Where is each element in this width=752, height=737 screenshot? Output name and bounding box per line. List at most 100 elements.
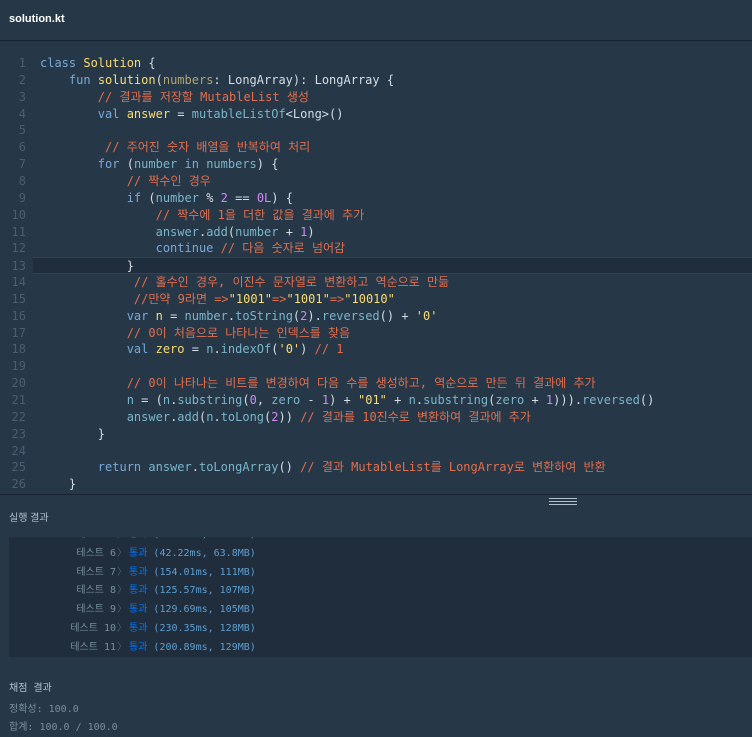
code-text: // 홀수인 경우, 이진수 문자열로 변환하고 역순으로 만듦 xyxy=(133,275,450,290)
code-text: // 0이 처음으로 나타나는 인덱스를 찾음 xyxy=(126,325,351,340)
test-result-row: 테스트 7 〉 통과 (154.01ms, 111MB) xyxy=(9,563,752,582)
code-line[interactable]: 14 // 홀수인 경우, 이진수 문자열로 변환하고 역순으로 만듦 xyxy=(0,274,752,291)
code-text: for (number in numbers) { xyxy=(97,157,279,172)
code-line[interactable]: 7 for (number in numbers) { xyxy=(0,156,752,173)
line-number: 25 xyxy=(11,460,26,475)
score-total: 합계: 100.0 / 100.0 xyxy=(9,722,118,733)
code-text: var n = number.toString(2).reversed() + … xyxy=(126,308,438,323)
test-result-row: 테스트 11 〉 통과 (200.89ms, 129MB) xyxy=(9,638,752,657)
line-number: 19 xyxy=(11,359,26,374)
code-text: } xyxy=(40,426,106,441)
drag-handle-icon[interactable] xyxy=(549,498,577,508)
test-name: 테스트 10 xyxy=(70,623,116,634)
code-text: // 짝수에 1을 더한 값을 결과에 추가 xyxy=(155,207,365,222)
line-number: 23 xyxy=(11,426,26,441)
line-number: 13 xyxy=(11,259,26,274)
code-line[interactable]: 11 answer.add(number + 1) xyxy=(0,224,752,241)
line-number: 8 xyxy=(18,173,26,188)
test-results-list[interactable]: 테스트 5〉통과 (31.21ms, 55.6MB)테스트 6〉통과 (42.2… xyxy=(9,537,752,657)
test-name: 테스트 7 xyxy=(76,566,116,578)
test-result-row: 테스트 8 〉 통과 (125.57ms, 107MB) xyxy=(9,581,752,600)
code-line[interactable]: 15 //만약 9라면 =>"1001"=>"1001"=>"10010" xyxy=(0,291,752,308)
code-text: answer.add(n.toLong(2)) // 결과를 10진수로 변환하… xyxy=(126,409,531,424)
line-number: 22 xyxy=(11,409,26,424)
results-splitter[interactable]: 실행 결과 xyxy=(0,494,752,538)
code-line[interactable]: 26 } xyxy=(0,476,752,493)
line-number: 17 xyxy=(11,325,26,340)
code-text: // 0이 나타나는 비트를 변경하여 다음 수를 생성하고, 역순으로 만든 … xyxy=(126,376,596,391)
code-text: return answer.toLongArray() // 결과 Mutabl… xyxy=(97,460,606,475)
code-line[interactable]: 20 // 0이 나타나는 비트를 변경하여 다음 수를 생성하고, 역순으로 … xyxy=(0,375,752,392)
line-number: 24 xyxy=(11,443,26,458)
file-tab[interactable]: solution.kt xyxy=(9,13,65,25)
code-text: // 결과를 저장할 MutableList 생성 xyxy=(97,89,309,104)
code-text: } xyxy=(40,259,134,274)
line-number: 12 xyxy=(11,241,26,256)
line-number: 10 xyxy=(11,207,26,222)
line-number: 14 xyxy=(11,275,26,290)
test-separator: 〉 xyxy=(117,566,127,578)
line-number: 2 xyxy=(18,72,26,87)
test-result: 통과 (42.22ms, 63.8MB) xyxy=(129,547,256,559)
code-line[interactable]: 24 xyxy=(0,443,752,460)
test-result: 통과 (200.89ms, 129MB) xyxy=(129,641,256,653)
code-line[interactable]: 3 // 결과를 저장할 MutableList 생성 xyxy=(0,89,752,106)
code-line[interactable]: 21 n = (n.substring(0, zero - 1) + "01" … xyxy=(0,392,752,409)
code-line[interactable]: 12 continue // 다음 숫자로 넘어감 xyxy=(0,240,752,257)
code-line[interactable]: 2 fun solution(numbers: LongArray): Long… xyxy=(0,72,752,89)
code-text: val answer = mutableListOf<Long>() xyxy=(97,106,344,121)
score-title: 채점 결과 xyxy=(9,683,52,694)
code-text: if (number % 2 == 0L) { xyxy=(126,190,293,205)
code-line[interactable]: 1 class Solution { xyxy=(0,55,752,72)
test-name: 테스트 9 xyxy=(76,604,116,616)
test-result-row: 테스트 6 〉 통과 (42.22ms, 63.8MB) xyxy=(9,544,752,563)
test-separator: 〉 xyxy=(117,623,127,634)
test-result-row: 테스트 9 〉 통과 (129.69ms, 105MB) xyxy=(9,600,752,619)
line-number: 16 xyxy=(11,308,26,323)
line-number: 11 xyxy=(11,224,26,239)
editor-tab-bar: solution.kt xyxy=(0,0,752,41)
code-line[interactable]: 17 // 0이 처음으로 나타나는 인덱스를 찾음 xyxy=(0,325,752,342)
code-editor[interactable]: 1 class Solution { 2 fun solution(numbers:… xyxy=(0,55,752,492)
line-number: 7 xyxy=(18,157,26,172)
test-name: 테스트 11 xyxy=(70,641,116,653)
code-line[interactable]: 10 // 짝수에 1을 더한 값을 결과에 추가 xyxy=(0,207,752,224)
code-line[interactable]: 5 xyxy=(0,122,752,139)
code-line[interactable]: 8 // 짝수인 경우 xyxy=(0,173,752,190)
test-result-row: 테스트 10 〉 통과 (230.35ms, 128MB) xyxy=(9,619,752,638)
code-line[interactable]: 9 if (number % 2 == 0L) { xyxy=(0,190,752,207)
line-number: 3 xyxy=(18,89,26,104)
code-text: // 짝수인 경우 xyxy=(126,173,211,188)
code-line[interactable]: 6 // 주어진 숫자 배열을 반복하여 처리 xyxy=(0,139,752,156)
code-line[interactable]: 13 } xyxy=(12,257,752,275)
line-number: 20 xyxy=(11,376,26,391)
code-text: val zero = n.indexOf('0') // 1 xyxy=(126,342,344,357)
code-line[interactable]: 16 var n = number.toString(2).reversed()… xyxy=(0,308,752,325)
test-separator: 〉 xyxy=(117,585,127,597)
code-text: } xyxy=(40,477,77,492)
results-header: 실행 결과 xyxy=(9,513,49,524)
test-name: 테스트 8 xyxy=(76,585,116,597)
results-panel: 테스트 5〉통과 (31.21ms, 55.6MB)테스트 6〉통과 (42.2… xyxy=(0,537,752,737)
line-number: 5 xyxy=(18,123,26,138)
test-result: 통과 (129.69ms, 105MB) xyxy=(129,604,256,616)
line-number: 4 xyxy=(18,106,26,121)
code-line[interactable]: 25 return answer.toLongArray() // 결과 Mut… xyxy=(0,459,752,476)
code-line[interactable]: 23 } xyxy=(0,426,752,443)
line-number: 1 xyxy=(18,56,26,70)
code-line[interactable]: 4 val answer = mutableListOf<Long>() xyxy=(0,106,752,123)
test-name: 테스트 6 xyxy=(76,547,116,559)
code-text: //만약 9라면 =>"1001"=>"1001"=>"10010" xyxy=(133,291,395,306)
test-result: 통과 (230.35ms, 128MB) xyxy=(129,623,256,634)
line-number: 18 xyxy=(11,342,26,357)
code-text: n = (n.substring(0, zero - 1) + "01" + n… xyxy=(126,393,655,407)
code-line[interactable]: 19 xyxy=(0,358,752,375)
code-text: class Solution { xyxy=(40,56,156,70)
code-text: fun solution(numbers: LongArray): LongAr… xyxy=(68,72,395,87)
code-text: answer.add(number + 1) xyxy=(155,224,315,239)
code-line[interactable]: 22 answer.add(n.toLong(2)) // 결과를 10진수로 … xyxy=(0,409,752,426)
code-line[interactable]: 18 val zero = n.indexOf('0') // 1 xyxy=(0,341,752,358)
test-result: 통과 (154.01ms, 111MB) xyxy=(129,566,256,578)
code-text: // 주어진 숫자 배열을 반복하여 처리 xyxy=(105,140,311,155)
code-text: continue // 다음 숫자로 넘어감 xyxy=(155,241,346,256)
